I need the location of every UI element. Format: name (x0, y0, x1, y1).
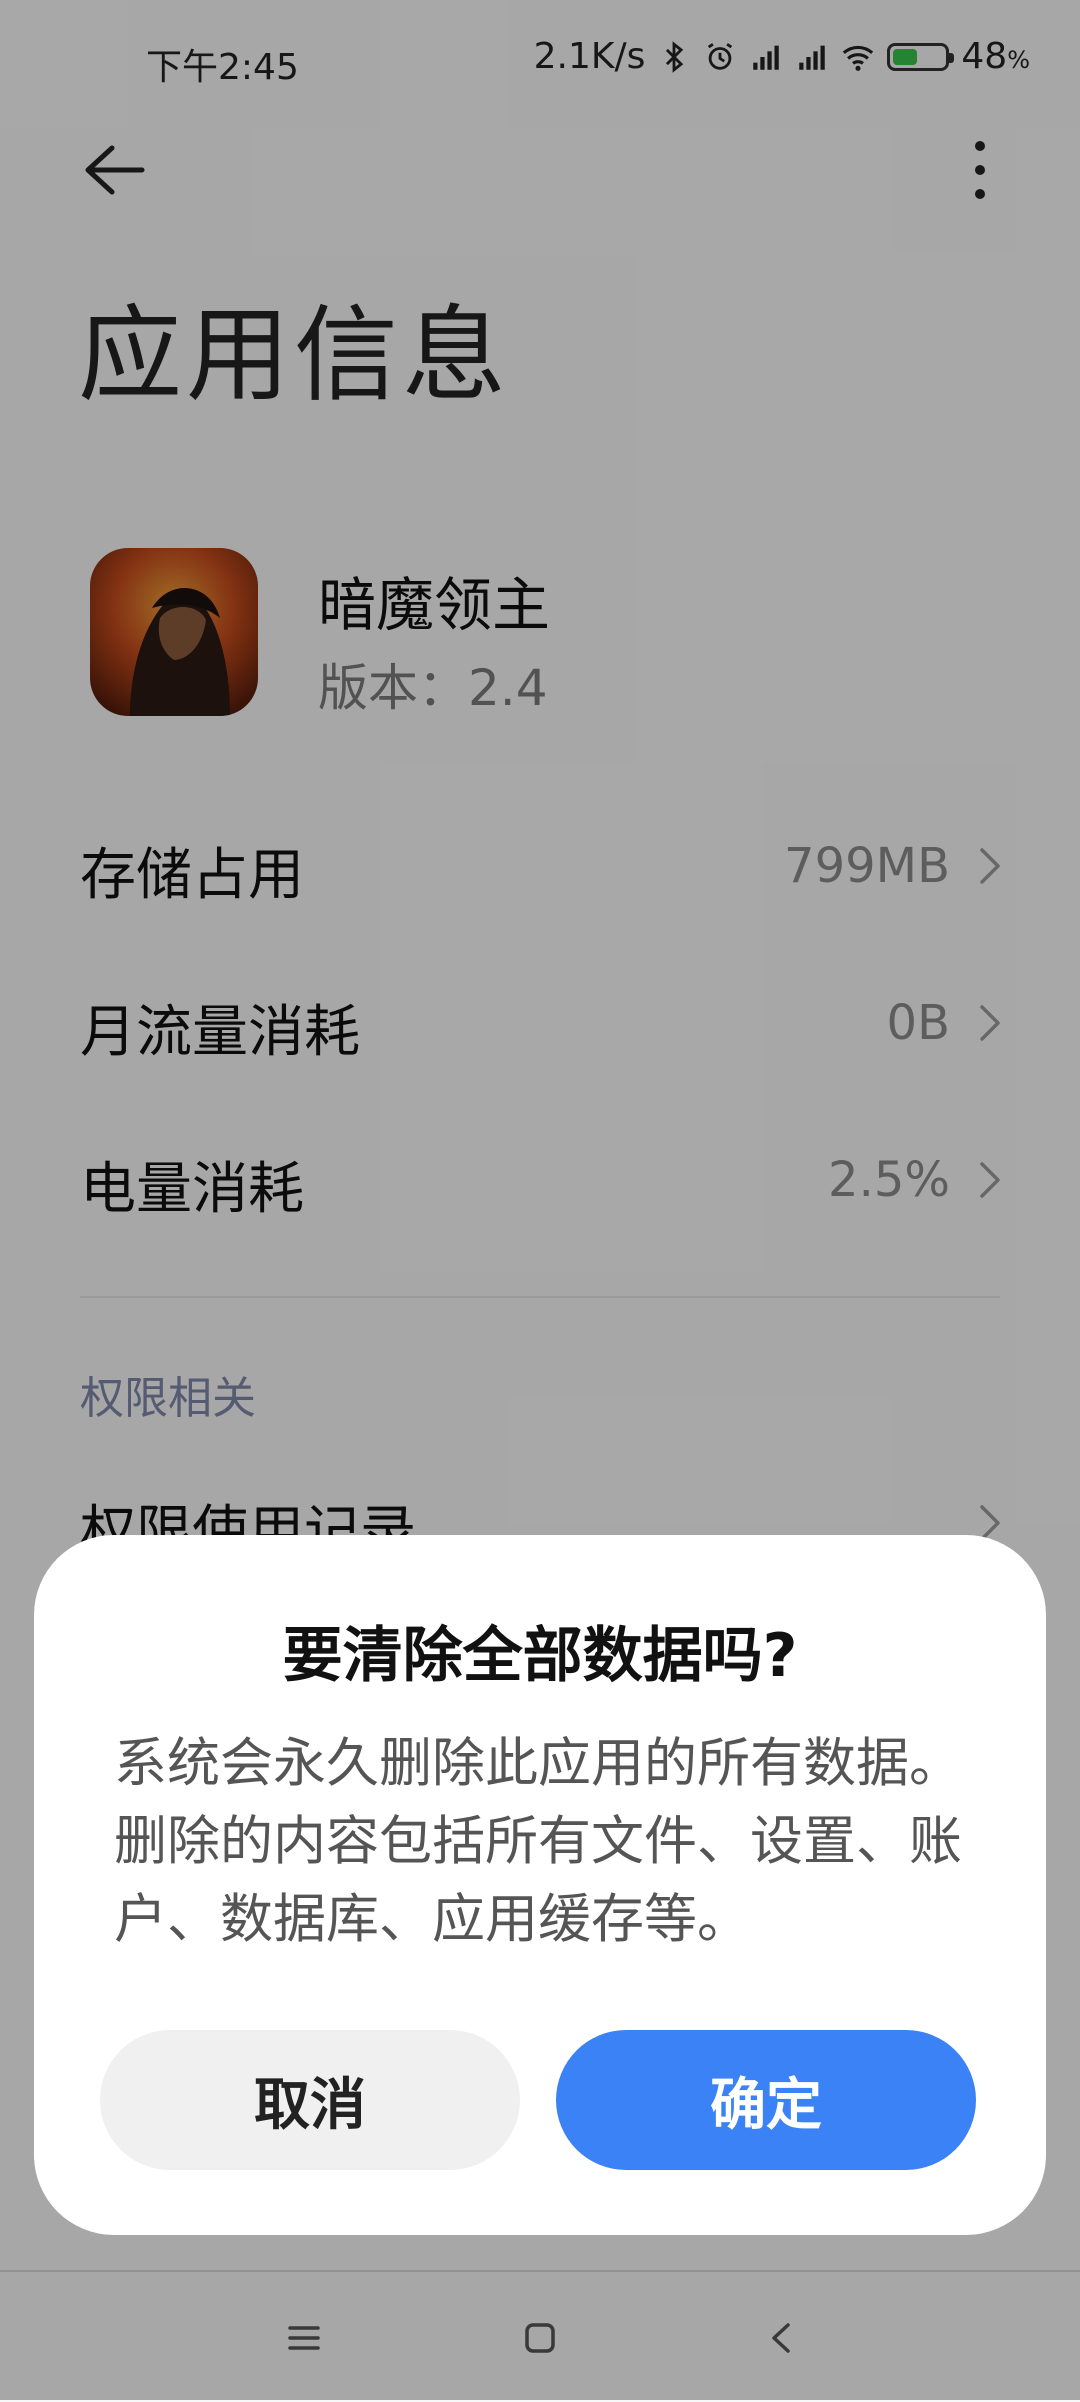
clear-data-dialog: 要清除全部数据吗? 系统会永久删除此应用的所有数据。删除的内容包括所有文件、设置… (34, 1535, 1046, 2235)
app-info-page: 下午2:45 2.1K/s 48% 应用信息 暗魔领主 版本：2.4 存储占用 … (0, 0, 1080, 2400)
dialog-message: 系统会永久删除此应用的所有数据。删除的内容包括所有文件、设置、账户、数据库、应用… (114, 1733, 962, 1950)
cancel-button[interactable]: 取消 (100, 2030, 520, 2170)
confirm-button[interactable]: 确定 (556, 2030, 976, 2170)
dialog-title: 要清除全部数据吗? (282, 1621, 798, 1691)
